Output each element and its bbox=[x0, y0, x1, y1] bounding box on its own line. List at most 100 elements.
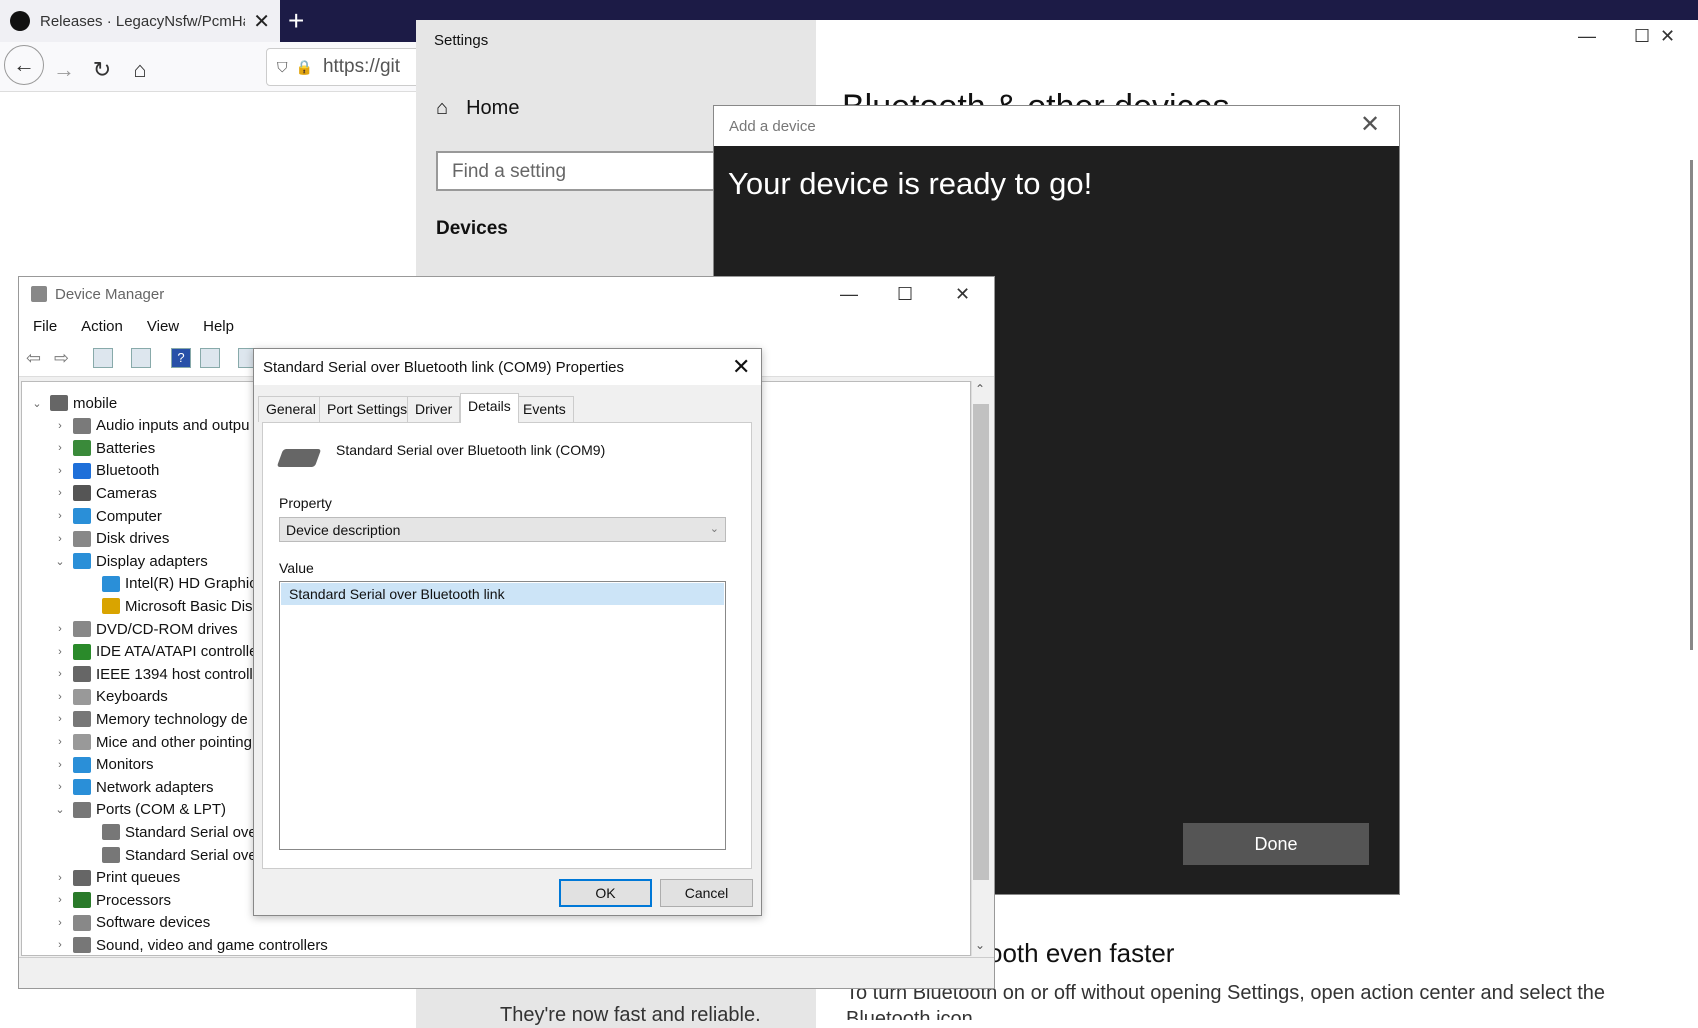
chevron-right-icon[interactable]: › bbox=[53, 533, 67, 545]
tree-node[interactable]: › Cameras bbox=[53, 482, 157, 504]
settings-maximize-button[interactable]: ☐ bbox=[1634, 26, 1650, 47]
chevron-right-icon[interactable]: › bbox=[53, 939, 67, 951]
settings-home-link[interactable]: ⌂ Home bbox=[436, 97, 519, 120]
chevron-down-icon[interactable]: ⌄ bbox=[53, 555, 67, 568]
done-button[interactable]: Done bbox=[1183, 823, 1369, 865]
toolbar-forward-icon[interactable]: ⇨ bbox=[54, 348, 74, 368]
toolbar-list-icon[interactable] bbox=[200, 348, 220, 368]
tree-node[interactable]: ⌄ Ports (COM & LPT) bbox=[53, 799, 226, 821]
device-icon bbox=[73, 643, 91, 660]
add-device-close-button[interactable]: ✕ bbox=[1360, 110, 1380, 139]
value-list-item[interactable]: Standard Serial over Bluetooth link bbox=[281, 583, 724, 605]
tree-node[interactable]: › Network adapters bbox=[53, 776, 213, 798]
tab-port-settings[interactable]: Port Settings bbox=[319, 396, 416, 422]
chevron-down-icon[interactable]: ⌄ bbox=[30, 397, 44, 410]
tree-node[interactable]: › Software devices bbox=[53, 912, 210, 934]
tree-node[interactable]: › Monitors bbox=[53, 754, 153, 776]
toolbar-view-icon[interactable] bbox=[131, 348, 151, 368]
device-icon bbox=[73, 892, 91, 909]
chevron-right-icon[interactable]: › bbox=[53, 759, 67, 771]
menu-action[interactable]: Action bbox=[57, 318, 123, 335]
tree-node-label: Display adapters bbox=[96, 552, 208, 570]
tree-node[interactable]: Standard Serial over bbox=[82, 821, 262, 843]
ok-button[interactable]: OK bbox=[559, 879, 652, 907]
dm-maximize-button[interactable]: ☐ bbox=[897, 284, 913, 305]
tab-general[interactable]: General bbox=[258, 396, 324, 422]
chevron-right-icon[interactable]: › bbox=[53, 623, 67, 635]
tree-node[interactable]: Intel(R) HD Graphics bbox=[82, 573, 264, 595]
reload-button[interactable]: ↻ bbox=[82, 52, 122, 88]
tree-node[interactable]: › Computer bbox=[53, 505, 162, 527]
cancel-button[interactable]: Cancel bbox=[660, 879, 753, 907]
chevron-right-icon[interactable]: › bbox=[53, 487, 67, 499]
tree-node[interactable]: › Processors bbox=[53, 889, 171, 911]
property-dropdown[interactable]: Device description ⌄ bbox=[279, 517, 726, 542]
dm-minimize-button[interactable]: — bbox=[840, 284, 858, 305]
properties-close-button[interactable]: ✕ bbox=[732, 354, 750, 380]
home-icon: ⌂ bbox=[436, 97, 449, 119]
toolbar-properties-icon[interactable] bbox=[93, 348, 113, 368]
device-icon bbox=[73, 553, 91, 570]
tree-node[interactable]: › Audio inputs and outpu bbox=[53, 415, 249, 437]
device-icon bbox=[102, 598, 120, 615]
chevron-down-icon[interactable]: ⌄ bbox=[53, 803, 67, 816]
settings-close-button[interactable]: ✕ bbox=[1660, 26, 1675, 47]
tree-node[interactable]: › Sound, video and game controllers bbox=[53, 934, 328, 956]
settings-section-title: Devices bbox=[436, 218, 508, 239]
chevron-right-icon[interactable]: › bbox=[53, 781, 67, 793]
home-button[interactable]: ⌂ bbox=[120, 52, 160, 88]
chevron-right-icon[interactable]: › bbox=[53, 894, 67, 906]
tree-node[interactable]: › Batteries bbox=[53, 437, 155, 459]
tree-node[interactable]: › Keyboards bbox=[53, 686, 168, 708]
device-icon bbox=[73, 462, 91, 479]
value-list[interactable] bbox=[279, 581, 726, 850]
tree-node-label: Ports (COM & LPT) bbox=[96, 801, 227, 819]
chevron-right-icon[interactable]: › bbox=[53, 713, 67, 725]
toolbar-help-icon[interactable]: ? bbox=[171, 348, 191, 368]
tree-node[interactable]: › Disk drives bbox=[53, 528, 169, 550]
new-tab-button[interactable]: + bbox=[288, 5, 304, 37]
tab-driver[interactable]: Driver bbox=[407, 396, 461, 422]
settings-minimize-button[interactable]: — bbox=[1578, 26, 1596, 47]
tree-root-node[interactable]: ⌄ mobile bbox=[30, 392, 117, 414]
scroll-down-icon[interactable]: ⌄ bbox=[975, 938, 985, 952]
menu-file[interactable]: File bbox=[19, 318, 57, 335]
tree-node[interactable]: › IEEE 1394 host controlle bbox=[53, 663, 261, 685]
device-tree-scroll-thumb[interactable] bbox=[973, 404, 989, 880]
chevron-right-icon[interactable]: › bbox=[53, 465, 67, 477]
tree-node-label: Batteries bbox=[96, 439, 156, 457]
chevron-right-icon[interactable]: › bbox=[53, 668, 67, 680]
chevron-right-icon[interactable]: › bbox=[53, 510, 67, 522]
menu-help[interactable]: Help bbox=[179, 318, 234, 335]
chevron-right-icon[interactable]: › bbox=[53, 736, 67, 748]
chevron-right-icon[interactable]: › bbox=[53, 872, 67, 884]
tree-node[interactable]: › Memory technology de bbox=[53, 708, 248, 730]
url-bar[interactable]: ⛉ 🔒 https://git bbox=[266, 48, 426, 86]
chevron-right-icon[interactable]: › bbox=[53, 442, 67, 454]
menu-view[interactable]: View bbox=[123, 318, 179, 335]
chevron-right-icon[interactable]: › bbox=[53, 917, 67, 929]
scroll-up-icon[interactable]: ⌃ bbox=[975, 382, 985, 396]
tree-node[interactable]: ⌄ Display adapters bbox=[53, 550, 208, 572]
tree-node[interactable]: › Print queues bbox=[53, 867, 180, 889]
tree-node[interactable]: › IDE ATA/ATAPI controller bbox=[53, 641, 262, 663]
tab-events[interactable]: Events bbox=[515, 396, 574, 422]
back-button[interactable]: ← bbox=[4, 45, 44, 85]
settings-scrollbar[interactable] bbox=[1690, 160, 1693, 650]
tab-details[interactable]: Details bbox=[460, 393, 519, 423]
tree-node[interactable]: Microsoft Basic Disp bbox=[82, 595, 261, 617]
tree-node[interactable]: › DVD/CD-ROM drives bbox=[53, 618, 238, 640]
chevron-right-icon[interactable]: › bbox=[53, 646, 67, 658]
settings-search-input[interactable]: Find a setting bbox=[436, 151, 726, 191]
chevron-right-icon[interactable]: › bbox=[53, 691, 67, 703]
tree-node[interactable]: › Bluetooth bbox=[53, 460, 159, 482]
forward-button[interactable]: → bbox=[44, 52, 84, 88]
toolbar-back-icon[interactable]: ⇦ bbox=[26, 348, 46, 368]
tree-node[interactable]: Standard Serial over bbox=[82, 844, 262, 866]
dm-close-button[interactable]: ✕ bbox=[955, 284, 970, 305]
chevron-right-icon[interactable]: › bbox=[53, 420, 67, 432]
tree-node[interactable]: › Mice and other pointing bbox=[53, 731, 252, 753]
close-tab-icon[interactable]: ✕ bbox=[253, 9, 270, 34]
tree-node-label: IDE ATA/ATAPI controller bbox=[96, 643, 263, 661]
browser-tab[interactable]: Releases · LegacyNsfw/PcmHac ✕ bbox=[0, 0, 280, 42]
